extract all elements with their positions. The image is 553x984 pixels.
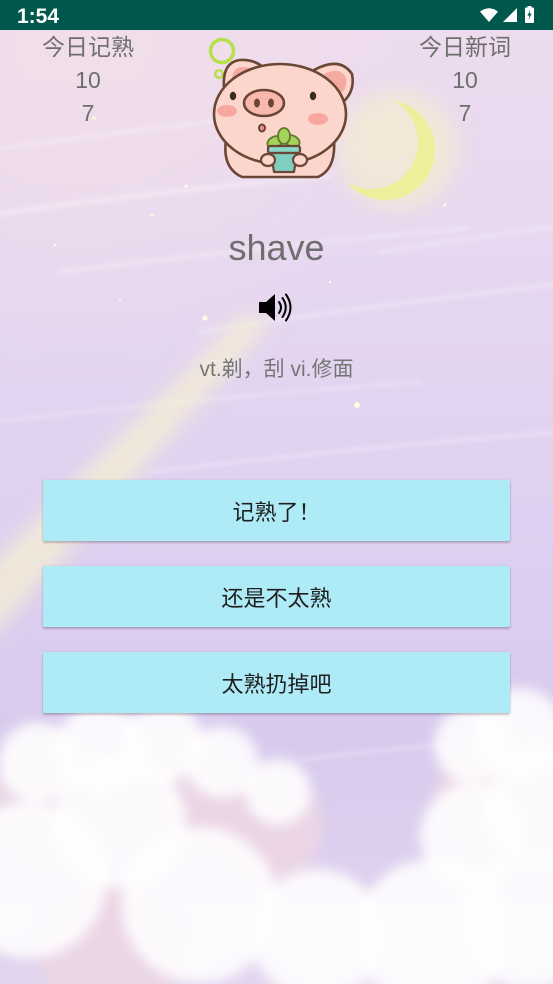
speaker-icon (257, 291, 295, 324)
pig-right-paw (291, 152, 309, 168)
mastered-button[interactable]: 记熟了！ (43, 480, 510, 541)
pig-snout (242, 88, 286, 118)
thought-bubble-large (208, 37, 236, 65)
thought-bubble-small (213, 68, 225, 80)
stat-label: 今日新词 (419, 34, 511, 60)
too-familiar-discard-button[interactable]: 太熟扔掉吧 (43, 652, 510, 713)
pig-left-cheek (217, 105, 237, 117)
stats-mastered-today: 今日记熟 10 7 (28, 31, 148, 130)
pig-left-paw (259, 152, 277, 168)
word-meaning: vt.剃，刮 vi.修面 (199, 358, 354, 381)
pig-left-eye (229, 91, 237, 101)
battery-icon (525, 6, 534, 23)
pig-illustration (208, 37, 354, 179)
stat-value: 10 (75, 67, 101, 93)
stat-label: 今日记熟 (42, 34, 134, 60)
stat-value: 10 (452, 67, 478, 93)
status-time: 1:54 (17, 5, 60, 28)
pig-mouth (258, 123, 266, 133)
wifi-icon (480, 8, 498, 22)
word-text: shave (228, 227, 325, 268)
pronounce-button[interactable] (257, 291, 295, 324)
status-bar: 1:54 (0, 0, 553, 30)
not-familiar-button[interactable]: 还是不太熟 (43, 566, 510, 627)
stats-new-words-today: 今日新词 10 7 (405, 31, 525, 130)
pig-right-cheek (308, 113, 328, 125)
signal-icon (503, 8, 517, 22)
stat-value: 7 (458, 100, 472, 126)
pig-right-eye (309, 91, 317, 101)
app-screen: 1:54 今日记熟 10 7 今日新词 10 7 shave vt.剃，刮 vi… (0, 0, 553, 984)
stat-value: 7 (81, 100, 95, 126)
